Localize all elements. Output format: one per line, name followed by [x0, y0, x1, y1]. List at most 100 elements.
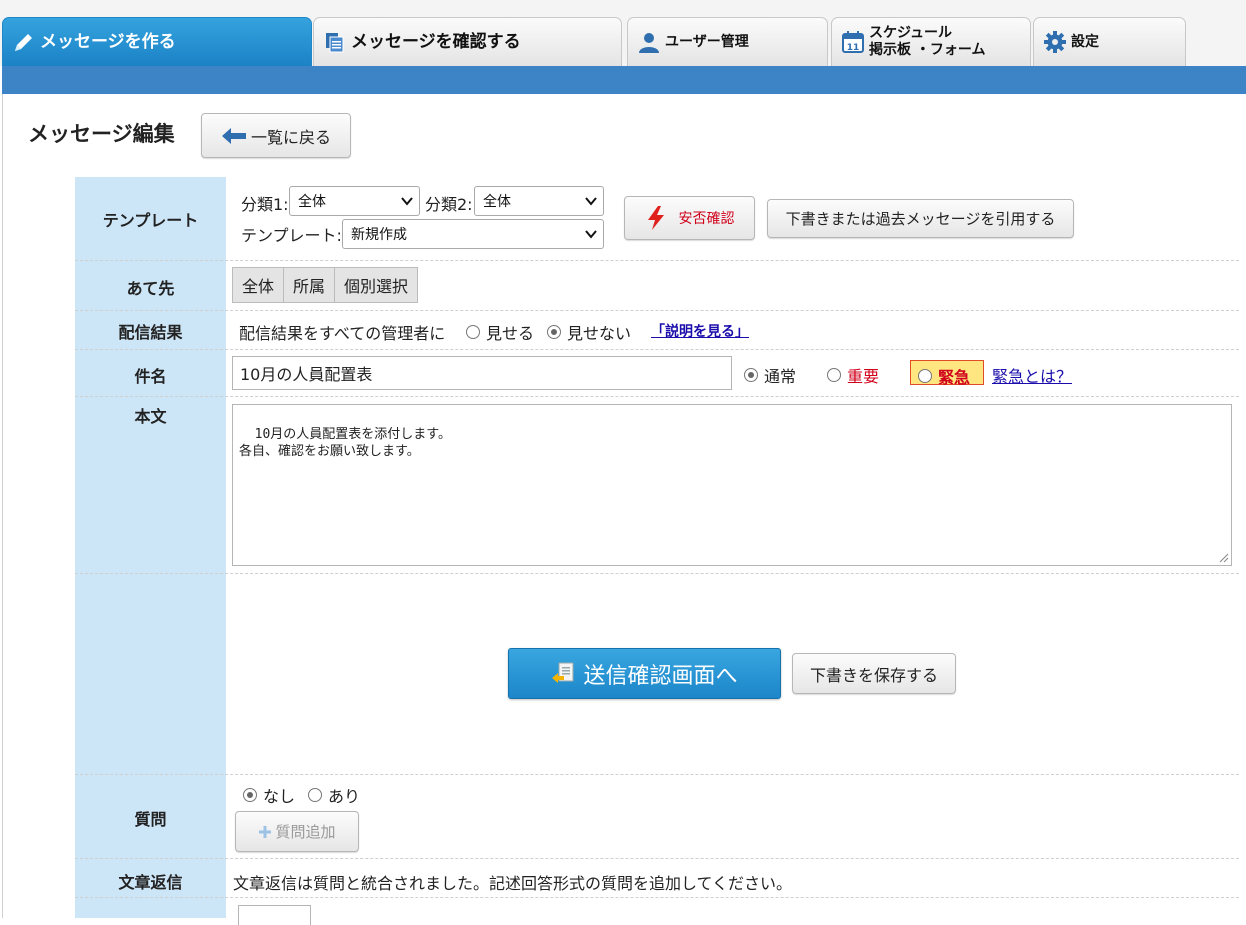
body-textarea-value: 10月の人員配置表を添付します。 各自、確認をお願い致します。 [239, 427, 452, 459]
question-yes-radio[interactable]: あり [308, 783, 360, 807]
urgent-help-link[interactable]: 緊急とは？ [992, 363, 1072, 387]
result-help-link[interactable]: 「説明を見る」 [651, 321, 749, 341]
category2-select-value: 全体 [483, 194, 511, 210]
row-divider [75, 260, 1239, 261]
question-yes-label: あり [328, 787, 361, 806]
recipient-option-department[interactable]: 所属 [284, 268, 336, 302]
tab-schedule-line2: 掲示板 ・フォーム [869, 42, 986, 58]
main-tab-bar: メッセージを作る メッセージを確認する ユーザー管理 11 スケジュール 掲示板… [0, 0, 1246, 66]
radio-circle [466, 325, 480, 339]
subject-input[interactable]: 10月の人員配置表 [232, 356, 732, 390]
cite-past-message-button[interactable]: 下書きまたは過去メッセージを引用する [767, 199, 1074, 238]
row-divider [75, 396, 1239, 397]
radio-circle [308, 788, 322, 802]
add-question-button[interactable]: 質問追加 [235, 811, 359, 852]
calendar-icon: 11 [842, 31, 864, 53]
reply-row-label: 文章返信 [118, 873, 183, 892]
tab-schedule-line1: スケジュール [869, 25, 953, 41]
content-left-border [2, 94, 3, 918]
question-none-radio[interactable]: なし [243, 783, 295, 807]
priority-urgent-label: 緊急 [938, 368, 971, 387]
row-divider [75, 310, 1239, 311]
calendar-day: 11 [847, 43, 860, 53]
tab-settings[interactable]: 設定 [1033, 17, 1186, 66]
radio-circle [243, 788, 257, 802]
row-divider [75, 858, 1239, 859]
priority-important-label: 重要 [847, 367, 880, 386]
partial-input[interactable] [238, 905, 311, 925]
category1-select-value: 全体 [298, 194, 326, 210]
body-row-label: 本文 [134, 407, 167, 426]
radio-circle [918, 369, 932, 383]
documents-icon [326, 33, 344, 53]
result-show-label: 見せる [486, 324, 535, 343]
safety-confirm-label: 安否確認 [678, 211, 735, 227]
tab-user-management[interactable]: ユーザー管理 [627, 17, 828, 66]
result-show-radio[interactable]: 見せる [466, 320, 534, 344]
radio-circle [744, 368, 758, 382]
row-divider [75, 897, 1239, 898]
reply-info-text: 文章返信は質問と統合されました。記述回答形式の質問を追加してください。 [233, 874, 793, 893]
subject-input-value: 10月の人員配置表 [240, 365, 373, 384]
chevron-down-icon [585, 230, 597, 239]
row-divider [75, 774, 1239, 775]
question-none-label: なし [263, 787, 296, 806]
body-textarea[interactable]: 10月の人員配置表を添付します。 各自、確認をお願い致します。 [232, 404, 1232, 566]
tab-schedule-board-form[interactable]: 11 スケジュール 掲示板 ・フォーム [831, 17, 1031, 66]
subject-row-label: 件名 [134, 367, 167, 386]
priority-normal-label: 通常 [764, 367, 797, 386]
result-visibility-text: 配信結果をすべての管理者に [239, 324, 446, 343]
save-draft-button[interactable]: 下書きを保存する [792, 653, 956, 694]
recipient-option-all[interactable]: 全体 [233, 268, 285, 302]
recipient-segment: 全体 所属 個別選択 [232, 267, 419, 303]
recipient-row-label: あて先 [126, 279, 175, 298]
gear-icon [1044, 31, 1066, 53]
tab-check-messages[interactable]: メッセージを確認する [313, 17, 622, 66]
chevron-down-icon [585, 197, 597, 206]
back-to-list-button[interactable]: 一覧に戻る [201, 113, 351, 158]
back-to-list-label: 一覧に戻る [250, 127, 331, 147]
send-confirm-label: 送信確認画面へ [583, 662, 738, 688]
tab-check-messages-label: メッセージを確認する [351, 32, 521, 52]
page-title: メッセージ編集 [28, 122, 175, 146]
send-document-icon [552, 662, 574, 683]
template-select[interactable]: 新規作成 [342, 219, 604, 249]
plus-icon [259, 825, 272, 838]
resize-grip-icon[interactable] [1219, 553, 1229, 563]
row-divider [75, 573, 1239, 574]
save-draft-label: 下書きを保存する [809, 665, 938, 685]
urgent-highlight-box: 緊急 [910, 360, 984, 388]
safety-confirm-button[interactable]: 安否確認 [624, 196, 755, 240]
result-hide-radio[interactable]: 見せない [547, 320, 631, 344]
tab-schedule-label: スケジュール 掲示板 ・フォーム [869, 25, 985, 59]
priority-normal-radio[interactable]: 通常 [744, 363, 796, 387]
cite-past-message-label: 下書きまたは過去メッセージを引用する [785, 210, 1056, 228]
add-question-label: 質問追加 [275, 823, 336, 841]
category2-label: 分類2: [425, 195, 473, 214]
result-row-label: 配信結果 [118, 323, 183, 342]
tab-create-message[interactable]: メッセージを作る [2, 17, 312, 66]
row-divider [75, 349, 1239, 350]
template-select-label: テンプレート: [241, 226, 342, 245]
category1-label: 分類1: [241, 195, 289, 214]
priority-important-radio[interactable]: 重要 [827, 363, 879, 387]
result-hide-label: 見せない [567, 324, 632, 343]
category2-select[interactable]: 全体 [474, 186, 604, 216]
template-select-value: 新規作成 [351, 227, 407, 243]
chevron-down-icon [401, 197, 413, 206]
pencil-icon [15, 34, 32, 51]
user-icon [639, 33, 659, 53]
arrow-left-icon [221, 127, 246, 144]
radio-circle [547, 325, 561, 339]
send-confirm-button[interactable]: 送信確認画面へ [508, 648, 781, 699]
lightning-icon [647, 206, 664, 230]
priority-urgent-radio[interactable]: 緊急 [918, 364, 970, 388]
header-strip [2, 66, 1246, 94]
category1-select[interactable]: 全体 [289, 186, 420, 216]
recipient-option-individual[interactable]: 個別選択 [335, 268, 418, 302]
question-row-label: 質問 [134, 810, 167, 829]
radio-circle [827, 368, 841, 382]
tab-user-management-label: ユーザー管理 [665, 34, 749, 50]
tab-create-message-label: メッセージを作る [40, 32, 176, 52]
template-row-label: テンプレート [102, 211, 199, 230]
